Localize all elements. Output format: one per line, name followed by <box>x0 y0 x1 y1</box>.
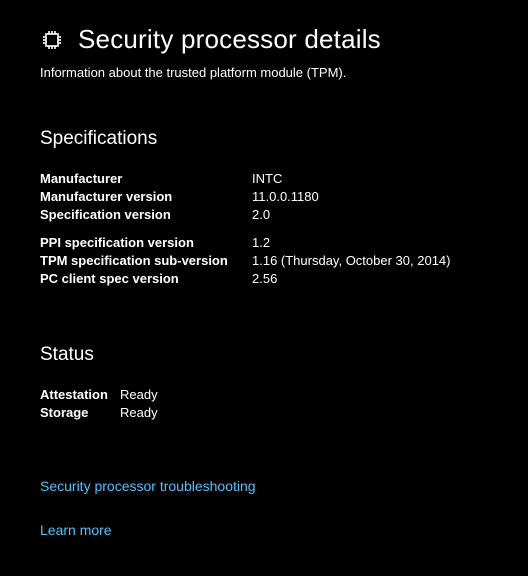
spec-row: Specification version 2.0 <box>40 206 488 224</box>
chip-icon <box>40 28 64 52</box>
spec-label: PPI specification version <box>40 234 252 252</box>
spec-value: 1.2 <box>252 234 270 252</box>
learn-more-link[interactable]: Learn more <box>40 522 488 538</box>
status-label: Storage <box>40 404 120 422</box>
page-header: Security processor details <box>40 24 488 55</box>
spec-label: Specification version <box>40 206 252 224</box>
troubleshooting-link[interactable]: Security processor troubleshooting <box>40 478 488 494</box>
spec-label: PC client spec version <box>40 270 252 288</box>
spec-value: 2.56 <box>252 270 277 288</box>
spec-label: TPM specification sub-version <box>40 252 252 270</box>
links-section: Security processor troubleshooting Learn… <box>40 478 488 538</box>
spec-value: INTC <box>252 170 282 188</box>
specifications-heading: Specifications <box>40 128 488 150</box>
spec-label: Manufacturer <box>40 170 252 188</box>
specifications-section: Manufacturer INTC Manufacturer version 1… <box>40 170 488 288</box>
specs-group-2: PPI specification version 1.2 TPM specif… <box>40 234 488 288</box>
status-heading: Status <box>40 344 488 366</box>
status-value: Ready <box>120 386 158 404</box>
page-title: Security processor details <box>78 24 381 55</box>
page-subtitle: Information about the trusted platform m… <box>40 65 488 80</box>
spec-row: PC client spec version 2.56 <box>40 270 488 288</box>
spec-row: TPM specification sub-version 1.16 (Thur… <box>40 252 488 270</box>
status-row: Attestation Ready <box>40 386 488 404</box>
spec-value: 2.0 <box>252 206 270 224</box>
spec-row: PPI specification version 1.2 <box>40 234 488 252</box>
status-row: Storage Ready <box>40 404 488 422</box>
spec-row: Manufacturer version 11.0.0.1180 <box>40 188 488 206</box>
spec-row: Manufacturer INTC <box>40 170 488 188</box>
spec-value: 1.16 (Thursday, October 30, 2014) <box>252 252 450 270</box>
status-value: Ready <box>120 404 158 422</box>
status-label: Attestation <box>40 386 120 404</box>
specs-group-1: Manufacturer INTC Manufacturer version 1… <box>40 170 488 224</box>
spec-label: Manufacturer version <box>40 188 252 206</box>
spec-value: 11.0.0.1180 <box>252 188 319 206</box>
status-section: Attestation Ready Storage Ready <box>40 386 488 422</box>
